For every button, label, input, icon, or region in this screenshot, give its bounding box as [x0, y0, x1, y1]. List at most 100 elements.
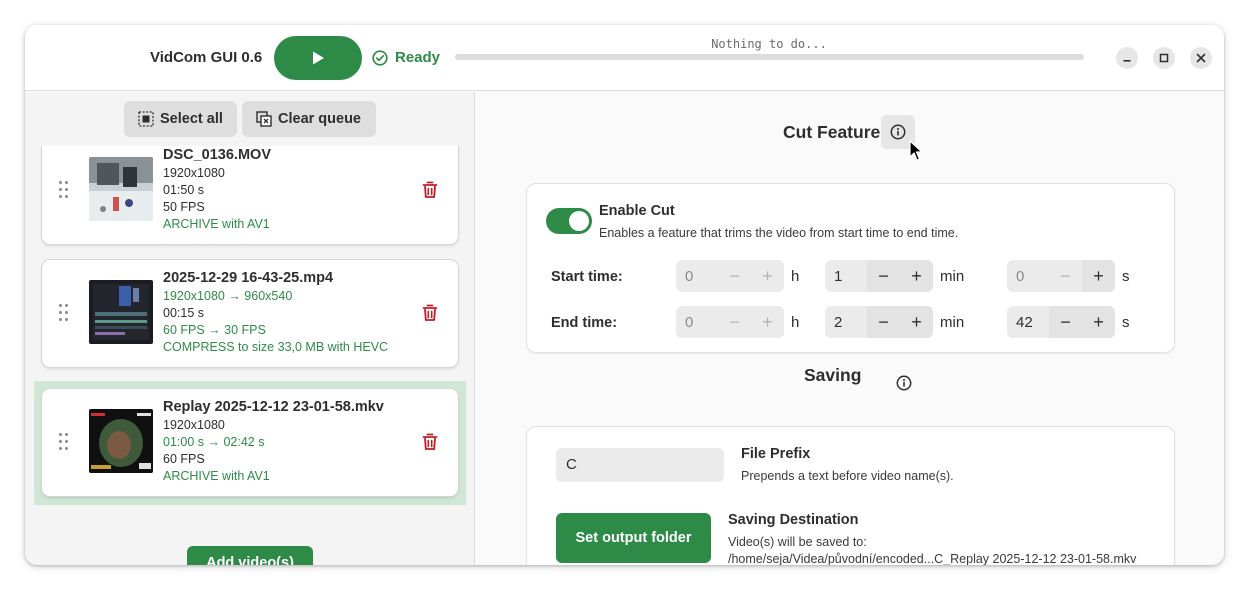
video-action: ARCHIVE with AV1 [163, 469, 270, 483]
queue-card: Replay 2025-12-12 23-01-58.mkv 1920x1080… [42, 389, 458, 496]
minutes-unit: min [940, 314, 965, 331]
progress-text: Nothing to do... [711, 37, 827, 51]
video-resolution: 1920x1080 [163, 166, 225, 180]
start-hours-spin[interactable]: 0 − + [676, 260, 784, 292]
drag-handle-icon[interactable] [59, 433, 69, 451]
decrement-button[interactable]: − [1049, 260, 1082, 292]
decrement-button[interactable]: − [718, 260, 751, 292]
minimize-button[interactable] [1116, 47, 1138, 69]
queue-card: 2025-12-29 16-43-25.mp4 1920x1080 → 960x… [42, 260, 458, 367]
clear-queue-label: Clear queue [278, 111, 361, 127]
end-time-label: End time: [551, 315, 618, 331]
select-all-button[interactable]: Select all [124, 101, 237, 137]
add-videos-button[interactable]: Add video(s) [187, 546, 313, 565]
video-action: ARCHIVE with AV1 [163, 217, 270, 231]
hours-unit: h [791, 314, 800, 331]
start-seconds-value[interactable]: 0 [1007, 268, 1049, 285]
close-icon [1196, 53, 1206, 63]
app-title: VidCom GUI 0.6 [150, 49, 263, 66]
video-duration: 01:00 s → 02:42 s [163, 435, 265, 449]
file-prefix-input[interactable]: C [556, 448, 724, 482]
increment-button[interactable]: + [1082, 306, 1115, 338]
cut-feature-title: Cut Feature [783, 122, 881, 142]
video-fps: 50 FPS [163, 200, 205, 214]
cut-settings-card: Enable Cut Enables a feature that trims … [526, 183, 1175, 353]
video-info: 2025-12-29 16-43-25.mp4 1920x1080 → 960x… [163, 269, 388, 356]
mouse-pointer-icon [909, 140, 923, 161]
video-thumbnail [89, 280, 153, 344]
video-name: 2025-12-29 16-43-25.mp4 [163, 270, 334, 286]
video-info: DSC_0136.MOV 1920x1080 01:50 s 50 FPS AR… [163, 146, 271, 233]
video-action: COMPRESS to size 33,0 MB with HEVC [163, 340, 389, 354]
seconds-unit: s [1122, 314, 1130, 331]
set-output-folder-button[interactable]: Set output folder [556, 513, 711, 563]
video-resolution: 1920x1080 → 960x540 [163, 289, 293, 303]
drag-handle-icon[interactable] [59, 181, 69, 199]
end-seconds-value[interactable]: 42 [1007, 314, 1049, 331]
video-thumbnail [89, 409, 153, 473]
start-hours-value[interactable]: 0 [676, 268, 718, 285]
video-name: Replay 2025-12-12 23-01-58.mkv [163, 399, 384, 415]
decrement-button[interactable]: − [718, 306, 751, 338]
maximize-button[interactable] [1153, 47, 1175, 69]
progress-bar [455, 54, 1084, 60]
app-window: VidCom GUI 0.6 Ready Nothing to do... Se… [25, 25, 1224, 565]
play-icon [313, 51, 324, 65]
select-all-label: Select all [160, 111, 223, 127]
header-bar: VidCom GUI 0.6 Ready Nothing to do... [25, 25, 1224, 91]
status-text: Ready [395, 49, 441, 66]
trash-icon[interactable] [422, 433, 438, 451]
enable-cut-toggle[interactable] [546, 208, 592, 234]
decrement-button[interactable]: − [867, 260, 900, 292]
decrement-button[interactable]: − [1049, 306, 1082, 338]
check-circle-icon [372, 49, 388, 66]
queue-item[interactable]: DSC_0136.MOV 1920x1080 01:50 s 50 FPS AR… [34, 146, 466, 258]
increment-button[interactable]: + [751, 260, 784, 292]
info-icon [896, 375, 912, 391]
status-indicator: Ready [372, 49, 440, 66]
enable-cut-description: Enables a feature that trims the video f… [599, 226, 959, 240]
queue-item[interactable]: 2025-12-29 16-43-25.mp4 1920x1080 → 960x… [34, 258, 466, 381]
end-seconds-spin[interactable]: 42 − + [1007, 306, 1115, 338]
video-fps: 60 FPS [163, 452, 205, 466]
select-all-icon [138, 111, 154, 127]
end-hours-value[interactable]: 0 [676, 314, 718, 331]
end-hours-spin[interactable]: 0 − + [676, 306, 784, 338]
queue-card: DSC_0136.MOV 1920x1080 01:50 s 50 FPS AR… [42, 146, 458, 244]
video-info: Replay 2025-12-12 23-01-58.mkv 1920x1080… [163, 398, 384, 485]
clear-queue-icon [256, 111, 272, 127]
video-fps: 60 FPS → 30 FPS [163, 323, 266, 337]
saving-title: Saving [804, 365, 862, 385]
video-thumbnail [89, 157, 153, 221]
trash-icon[interactable] [422, 181, 438, 199]
saving-destination-path: /home/seja/Videa/původní/encoded...C_Rep… [728, 552, 1137, 565]
video-resolution: 1920x1080 [163, 418, 225, 432]
start-button[interactable] [274, 36, 362, 80]
decrement-button[interactable]: − [867, 306, 900, 338]
queue-item-selected[interactable]: Replay 2025-12-12 23-01-58.mkv 1920x1080… [34, 381, 466, 505]
hours-unit: h [791, 268, 800, 285]
increment-button[interactable]: + [751, 306, 784, 338]
close-button[interactable] [1190, 47, 1212, 69]
increment-button[interactable]: + [900, 306, 933, 338]
saving-info-button[interactable] [887, 366, 921, 400]
enable-cut-label: Enable Cut [599, 203, 675, 219]
increment-button[interactable]: + [1082, 260, 1115, 292]
increment-button[interactable]: + [900, 260, 933, 292]
queue-panel: Select all Clear queue DSC_0136.MOV 1920… [25, 92, 475, 565]
trash-icon[interactable] [422, 304, 438, 322]
drag-handle-icon[interactable] [59, 304, 69, 322]
start-minutes-spin[interactable]: 1 − + [825, 260, 933, 292]
end-minutes-spin[interactable]: 2 − + [825, 306, 933, 338]
end-minutes-value[interactable]: 2 [825, 314, 867, 331]
saving-destination-description: Video(s) will be saved to: [728, 535, 867, 549]
seconds-unit: s [1122, 268, 1130, 285]
minutes-unit: min [940, 268, 965, 285]
maximize-icon [1159, 53, 1169, 63]
saving-settings-card: C File Prefix Prepends a text before vid… [526, 426, 1175, 565]
start-seconds-spin[interactable]: 0 − + [1007, 260, 1115, 292]
file-prefix-label: File Prefix [741, 446, 811, 462]
clear-queue-button[interactable]: Clear queue [242, 101, 376, 137]
settings-panel: Cut Feature Enable Cut Enables a feature… [476, 92, 1224, 565]
start-minutes-value[interactable]: 1 [825, 268, 867, 285]
